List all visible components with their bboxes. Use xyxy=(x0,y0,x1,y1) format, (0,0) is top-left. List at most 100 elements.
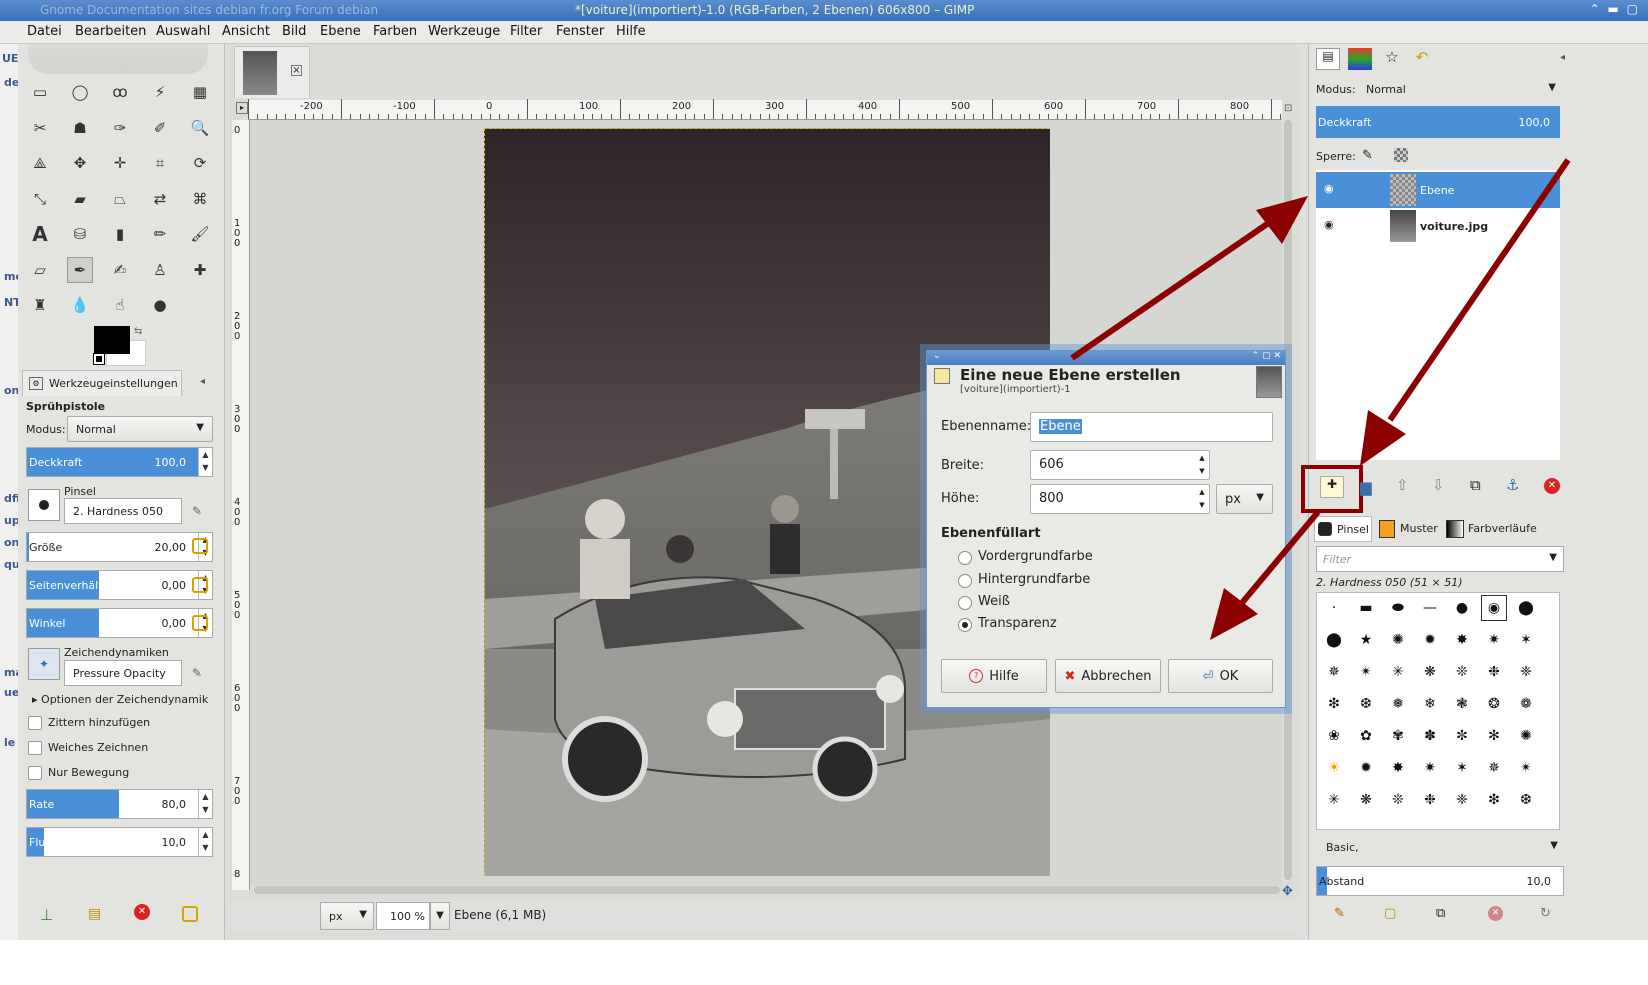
brush-swatch[interactable]: ✵ xyxy=(1481,755,1507,781)
edit-dynamics-icon[interactable]: ✎ xyxy=(192,666,202,680)
ruler-corner[interactable]: ▸ xyxy=(236,102,248,114)
brush-swatch[interactable]: ✳ xyxy=(1385,659,1411,685)
brush-swatch[interactable]: ▬ xyxy=(1353,595,1379,621)
brushes-tab[interactable]: Pinsel xyxy=(1314,516,1372,542)
flow-spinner[interactable]: ▲ ▼ xyxy=(198,828,212,856)
angle-reset-icon[interactable] xyxy=(192,615,208,631)
brush-name-field[interactable]: 2. Hardness 050 xyxy=(64,498,182,524)
width-spinner[interactable]: ▲ ▼ xyxy=(1196,452,1208,478)
lasso-icon[interactable]: ꝏ xyxy=(107,79,133,105)
dock-menu-icon[interactable]: ◂ xyxy=(1560,52,1565,63)
brush-swatch[interactable]: ❈ xyxy=(1449,787,1475,813)
lower-layer-button[interactable]: ⇩ xyxy=(1432,476,1445,494)
menu-ebene[interactable]: Ebene xyxy=(320,24,361,39)
ellipse-select-icon[interactable]: ◯ xyxy=(67,79,93,105)
shear-icon[interactable]: ▰ xyxy=(67,186,93,212)
anchor-layer-button[interactable]: ⚓ xyxy=(1506,476,1519,494)
lock-pixels-icon[interactable]: ✎ xyxy=(1362,148,1373,163)
zoom-field[interactable]: 100 % xyxy=(376,902,430,930)
jitter-checkbox[interactable] xyxy=(28,716,42,730)
zoom-dropdown[interactable]: ▼ xyxy=(430,902,450,930)
gradient-icon[interactable]: ▮ xyxy=(107,221,133,247)
rect-select-icon[interactable]: ▭ xyxy=(27,79,53,105)
flip-icon[interactable]: ⇄ xyxy=(147,186,173,212)
brush-swatch[interactable]: ✾ xyxy=(1385,723,1411,749)
brush-swatch[interactable]: ☀ xyxy=(1321,755,1347,781)
menu-hilfe[interactable]: Hilfe xyxy=(616,24,646,39)
save-options-icon[interactable]: ⊥ xyxy=(40,906,53,924)
brush-filter-field[interactable]: Filter ▼ xyxy=(1316,546,1564,572)
brush-swatch[interactable]: ❊ xyxy=(1385,787,1411,813)
unit-dropdown[interactable]: px ▼ xyxy=(320,902,374,930)
dynamics-icon[interactable]: ✦ xyxy=(28,648,60,680)
zoom-icon[interactable]: 🔍 xyxy=(187,115,213,141)
brush-swatch[interactable]: ● xyxy=(1449,595,1475,621)
brush-swatch[interactable]: ✶ xyxy=(1449,755,1475,781)
tab-menu-icon[interactable]: ◂ xyxy=(200,376,205,387)
navigate-icon[interactable]: ✥ xyxy=(1282,884,1293,899)
mode-dropdown[interactable]: Normal ▼ xyxy=(67,416,213,442)
perspective-clone-icon[interactable]: ♜ xyxy=(27,292,53,318)
blur-icon[interactable]: 💧 xyxy=(67,292,93,318)
duplicate-brush-button[interactable]: ⧉ xyxy=(1436,906,1445,921)
brush-swatch[interactable]: ✷ xyxy=(1417,755,1443,781)
menu-fenster[interactable]: Fenster xyxy=(556,24,604,39)
brush-swatch[interactable]: ❃ xyxy=(1449,691,1475,717)
paintbrush-icon[interactable]: 🖌 xyxy=(187,221,213,247)
dialog-menu-icon[interactable]: ⌄ xyxy=(933,351,941,361)
delete-layer-button[interactable]: ✕ xyxy=(1544,478,1560,494)
eraser-icon[interactable]: ▱ xyxy=(27,257,53,283)
brush-swatch[interactable]: ✹ xyxy=(1417,627,1443,653)
menu-auswahl[interactable]: Auswahl xyxy=(156,24,210,39)
height-input[interactable]: 800 xyxy=(1030,484,1210,514)
dialog-window-controls[interactable]: ⌃ ▢ ✕ xyxy=(1252,351,1281,361)
height-spinner[interactable]: ▲ ▼ xyxy=(1196,486,1208,512)
flow-slider[interactable]: Fluss 10,0 ▲ ▼ xyxy=(26,827,213,857)
paths-icon[interactable]: ✑ xyxy=(107,115,133,141)
layer-name-input[interactable]: Ebene xyxy=(1030,412,1273,442)
brush-swatch[interactable]: ❋ xyxy=(1353,787,1379,813)
smudge-icon[interactable]: ☝ xyxy=(107,292,133,318)
swap-colors-icon[interactable]: ⇆ xyxy=(134,326,142,337)
foreground-color-swatch-top[interactable] xyxy=(94,326,130,354)
rate-spinner[interactable]: ▲ ▼ xyxy=(198,790,212,818)
delete-brush-button[interactable]: ✕ xyxy=(1488,906,1503,921)
perspective-icon[interactable]: ⏢ xyxy=(107,186,133,212)
pencil-icon[interactable]: ✏ xyxy=(147,221,173,247)
brush-swatch[interactable]: ⬤ xyxy=(1513,595,1539,621)
close-icon[interactable]: × xyxy=(291,65,302,76)
rate-slider[interactable]: Rate 80,0 ▲ ▼ xyxy=(26,789,213,819)
fuzzy-select-icon[interactable]: ⚡ xyxy=(147,79,173,105)
brush-swatch[interactable]: ✷ xyxy=(1481,627,1507,653)
measure-icon[interactable]: ⟁ xyxy=(27,150,53,176)
radio-white[interactable] xyxy=(958,596,972,610)
clone-icon[interactable]: ♙ xyxy=(147,257,173,283)
cancel-button[interactable]: ✖ Abbrechen xyxy=(1055,659,1161,693)
brush-swatch[interactable]: ❋ xyxy=(1417,659,1443,685)
unit-select[interactable]: px ▼ xyxy=(1216,484,1273,514)
help-button[interactable]: ? Hilfe xyxy=(941,659,1047,693)
scissors-icon[interactable]: ✂ xyxy=(27,115,53,141)
brush-swatch[interactable]: ✻ xyxy=(1481,723,1507,749)
dodge-icon[interactable]: ● xyxy=(147,292,173,318)
brush-swatch[interactable]: ❉ xyxy=(1417,787,1443,813)
new-layer-button[interactable]: ✚ xyxy=(1320,476,1344,498)
brush-swatch[interactable]: ✵ xyxy=(1321,659,1347,685)
rotate-icon[interactable]: ⟳ xyxy=(187,150,213,176)
aspect-reset-icon[interactable] xyxy=(192,577,208,593)
brush-swatch[interactable]: ✶ xyxy=(1513,627,1539,653)
brush-swatch[interactable]: ✸ xyxy=(1449,627,1475,653)
brush-swatch[interactable]: ❇ xyxy=(1481,787,1507,813)
brush-swatch[interactable]: ★ xyxy=(1353,627,1379,653)
smooth-checkbox[interactable] xyxy=(28,741,42,755)
new-brush-button[interactable]: ▢ xyxy=(1384,906,1396,921)
size-slider[interactable]: Größe 20,00 ▲ ▼ xyxy=(26,532,213,562)
brush-swatch[interactable]: ❇ xyxy=(1321,691,1347,717)
foreground-select-icon[interactable]: ☗ xyxy=(67,115,93,141)
aspect-slider[interactable]: Seitenverhältnis 0,00 ▲ ▼ xyxy=(26,570,213,600)
default-colors-icon[interactable] xyxy=(93,353,105,365)
brush-swatch[interactable]: ❉ xyxy=(1481,659,1507,685)
layers-opacity-slider[interactable]: Deckkraft 100,0 xyxy=(1316,106,1560,138)
menu-farben[interactable]: Farben xyxy=(373,24,417,39)
brush-swatch[interactable]: ✴ xyxy=(1353,659,1379,685)
